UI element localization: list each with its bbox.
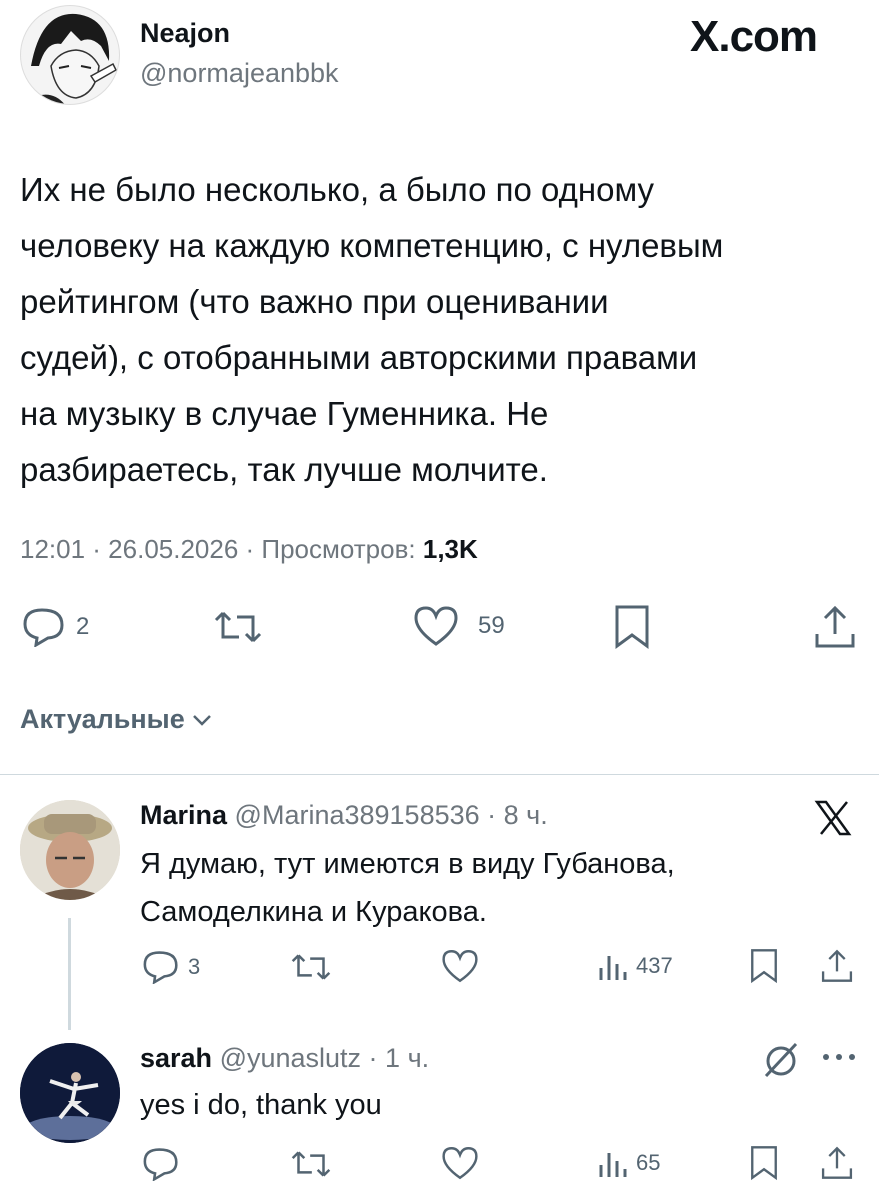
sort-dropdown[interactable]: Актуальные — [20, 704, 213, 735]
reply-avatar[interactable] — [20, 1043, 120, 1143]
bookmark-icon — [612, 604, 652, 650]
analytics-icon — [596, 950, 628, 982]
reply-line: Самоделкина и Куракова. — [140, 896, 487, 928]
reply-icon — [22, 607, 66, 647]
reply-reply-button[interactable]: 3 — [142, 950, 200, 984]
bookmark-button[interactable] — [612, 604, 652, 655]
reply-share-button[interactable] — [820, 1145, 854, 1186]
x-logo: X.com — [690, 12, 818, 61]
reply-views-button[interactable]: 437 — [596, 950, 673, 982]
reply-repost-button[interactable] — [290, 1149, 332, 1184]
tweet-line: Их не было несколько, а было по одному — [20, 171, 655, 208]
tweet-line: на музыку в случае Гуменника. Не — [20, 395, 549, 432]
share-icon — [820, 948, 854, 984]
like-button[interactable]: 59 — [412, 604, 505, 648]
reply-header: Marina @Marina389158536 · 8 ч. — [140, 800, 548, 831]
repost-icon — [213, 609, 263, 645]
x-icon — [813, 800, 853, 841]
reply-header: sarah @yunaslutz · 1 ч. — [140, 1043, 429, 1074]
reply-icon — [142, 1147, 180, 1181]
thread-line — [68, 918, 71, 1030]
share-button[interactable] — [813, 604, 857, 655]
tweet-line: судей), с отобранными авторскими правами — [20, 339, 698, 376]
reply-line: Я думаю, тут имеются в виду Губанова, — [140, 848, 675, 880]
repost-icon — [290, 1149, 332, 1179]
like-count: 59 — [478, 612, 505, 639]
heart-icon — [412, 604, 460, 648]
views-count: 1,3K — [422, 534, 478, 564]
bookmark-icon — [748, 1145, 780, 1181]
reply-text: yes i do, thank you — [140, 1085, 382, 1125]
reply-author-name[interactable]: Marina — [140, 800, 227, 830]
tweet-line: разбираетесь, так лучше молчите. — [20, 451, 548, 488]
reply-avatar[interactable] — [20, 800, 120, 900]
reply-views-count: 65 — [636, 1150, 661, 1175]
analytics-icon — [596, 1147, 628, 1179]
reply-button[interactable]: 2 — [22, 607, 89, 647]
reply-line: yes i do, thank you — [140, 1089, 382, 1121]
reply-share-button[interactable] — [820, 948, 854, 989]
tweet-meta: 12:01 · 26.05.2026 · Просмотров: 1,3K — [20, 534, 478, 565]
author-name[interactable]: Neajon — [140, 18, 230, 49]
chevron-down-icon — [191, 712, 213, 728]
bookmark-icon — [748, 948, 780, 984]
tweet-line: рейтингом (что важно при оценивании — [20, 283, 609, 320]
tweet-text: Их не было несколько, а было по одному ч… — [20, 162, 723, 498]
reply-views-count: 437 — [636, 953, 673, 978]
reply-handle-time[interactable]: @Marina389158536 · 8 ч. — [235, 800, 548, 830]
share-icon — [813, 604, 857, 650]
reply-count: 2 — [76, 613, 90, 640]
reply-text: Я думаю, тут имеются в виду Губанова, Са… — [140, 840, 675, 936]
reply-reply-count: 3 — [188, 954, 201, 979]
author-handle[interactable]: @normajeanbbk — [140, 58, 339, 89]
tweet-line: человеку на каждую компетенцию, с нулевы… — [20, 227, 724, 264]
reply-views-button[interactable]: 65 — [596, 1147, 660, 1179]
share-icon — [820, 1145, 854, 1181]
author-avatar[interactable] — [20, 5, 120, 105]
repost-button[interactable] — [213, 609, 263, 650]
heart-icon — [440, 948, 480, 984]
heart-icon — [440, 1145, 480, 1181]
sort-label: Актуальные — [20, 704, 185, 734]
reply-icon — [142, 950, 180, 984]
reply-reply-button[interactable] — [142, 1147, 180, 1186]
reply-handle-time[interactable]: @yunaslutz · 1 ч. — [220, 1043, 430, 1073]
timestamp[interactable]: 12:01 · 26.05.2026 · Просмотров: — [20, 534, 416, 564]
grok-icon[interactable] — [760, 1040, 802, 1085]
reply-author-name[interactable]: sarah — [140, 1043, 212, 1073]
more-options-icon[interactable] — [820, 1050, 858, 1068]
reply-bookmark-button[interactable] — [748, 1145, 780, 1186]
reply-bookmark-button[interactable] — [748, 948, 780, 989]
reply-like-button[interactable] — [440, 948, 480, 989]
repost-icon — [290, 952, 332, 982]
divider — [0, 774, 879, 775]
reply-like-button[interactable] — [440, 1145, 480, 1186]
reply-repost-button[interactable] — [290, 952, 332, 987]
